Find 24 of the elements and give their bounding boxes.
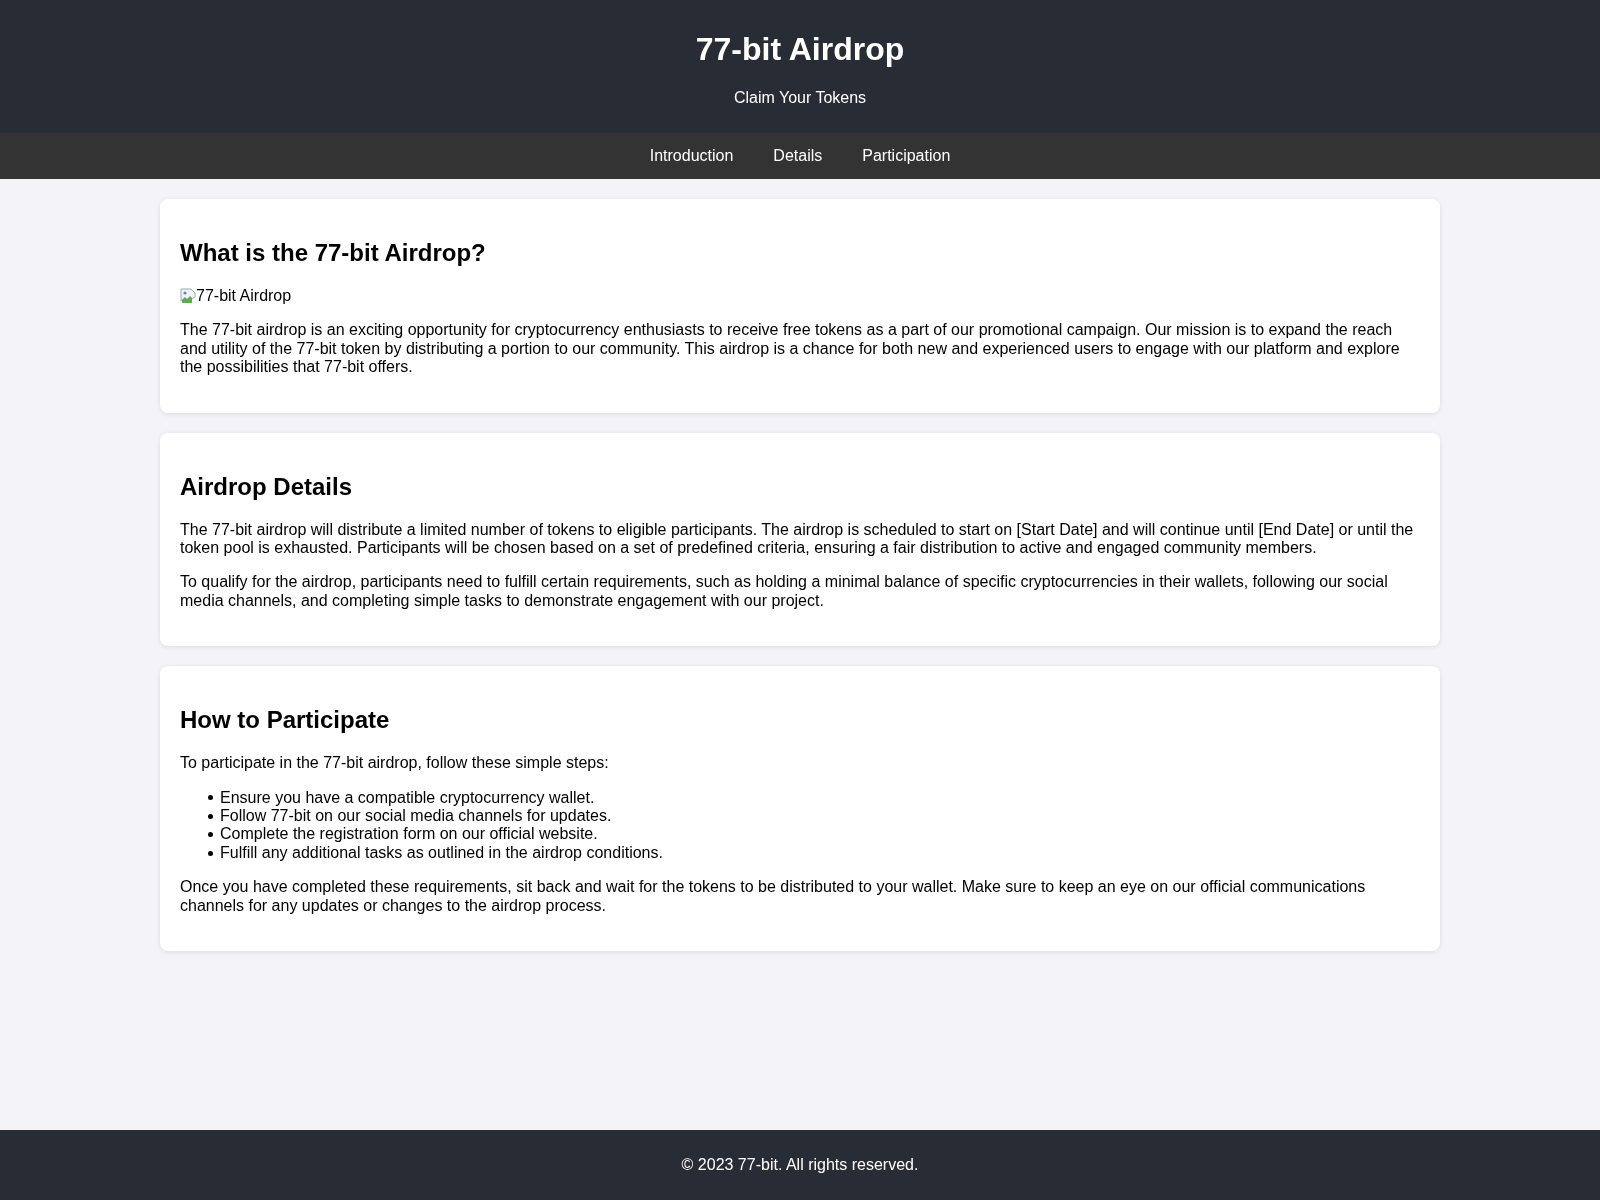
list-item: Ensure you have a compatible cryptocurrency wallet.: [220, 788, 595, 808]
bullet-icon: [208, 850, 213, 856]
nav-link[interactable]: Participation: [862, 147, 951, 165]
site-title: 77-bit Airdrop: [695, 31, 905, 68]
paragraph: To participate in the 77-bit airdrop, follow these simple steps:: [180, 754, 610, 773]
paragraph: Once you have completed these requirements, sit back and wait for the tokens to be distributed to your wallet. Make sure to keep an eye on our official communications channels for any updates or changes to the airdrop process.: [180, 878, 1367, 916]
bullet-icon: [208, 832, 213, 838]
section-heading: Airdrop Details: [180, 472, 354, 501]
copyright-text: © 2023 77-bit. All rights reserved.: [681, 1155, 919, 1173]
list-item: Complete the registration form on our official website.: [220, 825, 598, 844]
list-item: Fulfill any additional tasks as outlined in the airdrop conditions.: [220, 843, 663, 863]
broken-image-icon: [180, 288, 196, 305]
paragraph: To qualify for the airdrop, participants need to fulfill certain requirements, such as holding a minimal balance of specific cryptocurrencies in their wallets, following our social media channels, and completing simple tasks to demonstrate engagement with our project.: [180, 573, 1389, 611]
section-heading: What is the 77-bit Airdrop?: [180, 239, 487, 267]
bullet-icon: [208, 795, 213, 801]
nav-link[interactable]: Introduction: [649, 147, 734, 165]
image-alt-text: 77-bit Airdrop: [196, 287, 292, 306]
site-subtitle: Claim Your Tokens: [733, 89, 867, 107]
list-item: Follow 77-bit on our social media channels for updates.: [220, 807, 612, 826]
nav-link[interactable]: Details: [773, 147, 823, 165]
paragraph: The 77-bit airdrop will distribute a limited number of tokens to eligible participants. The airdrop is scheduled to start on [Start Date] and will continue until [End Date] or until the token pool is exhausted. Participants will be chosen based on a set of predefined criteria, ensuring a fair distribution to active and engaged community members.: [180, 520, 1415, 558]
bullet-icon: [208, 813, 213, 819]
section-heading: How to Participate: [180, 706, 391, 735]
paragraph: The 77-bit airdrop is an exciting opportunity for cryptocurrency enthusiasts to receive free tokens as a part of our promotional campaign. Our mission is to expand the reach and utility of the 77-bit token by distributing a portion to our community. This airdrop is a chance for both new and experienced users to engage with our platform and explore the possibilities that 77-bit offers.: [180, 321, 1401, 377]
